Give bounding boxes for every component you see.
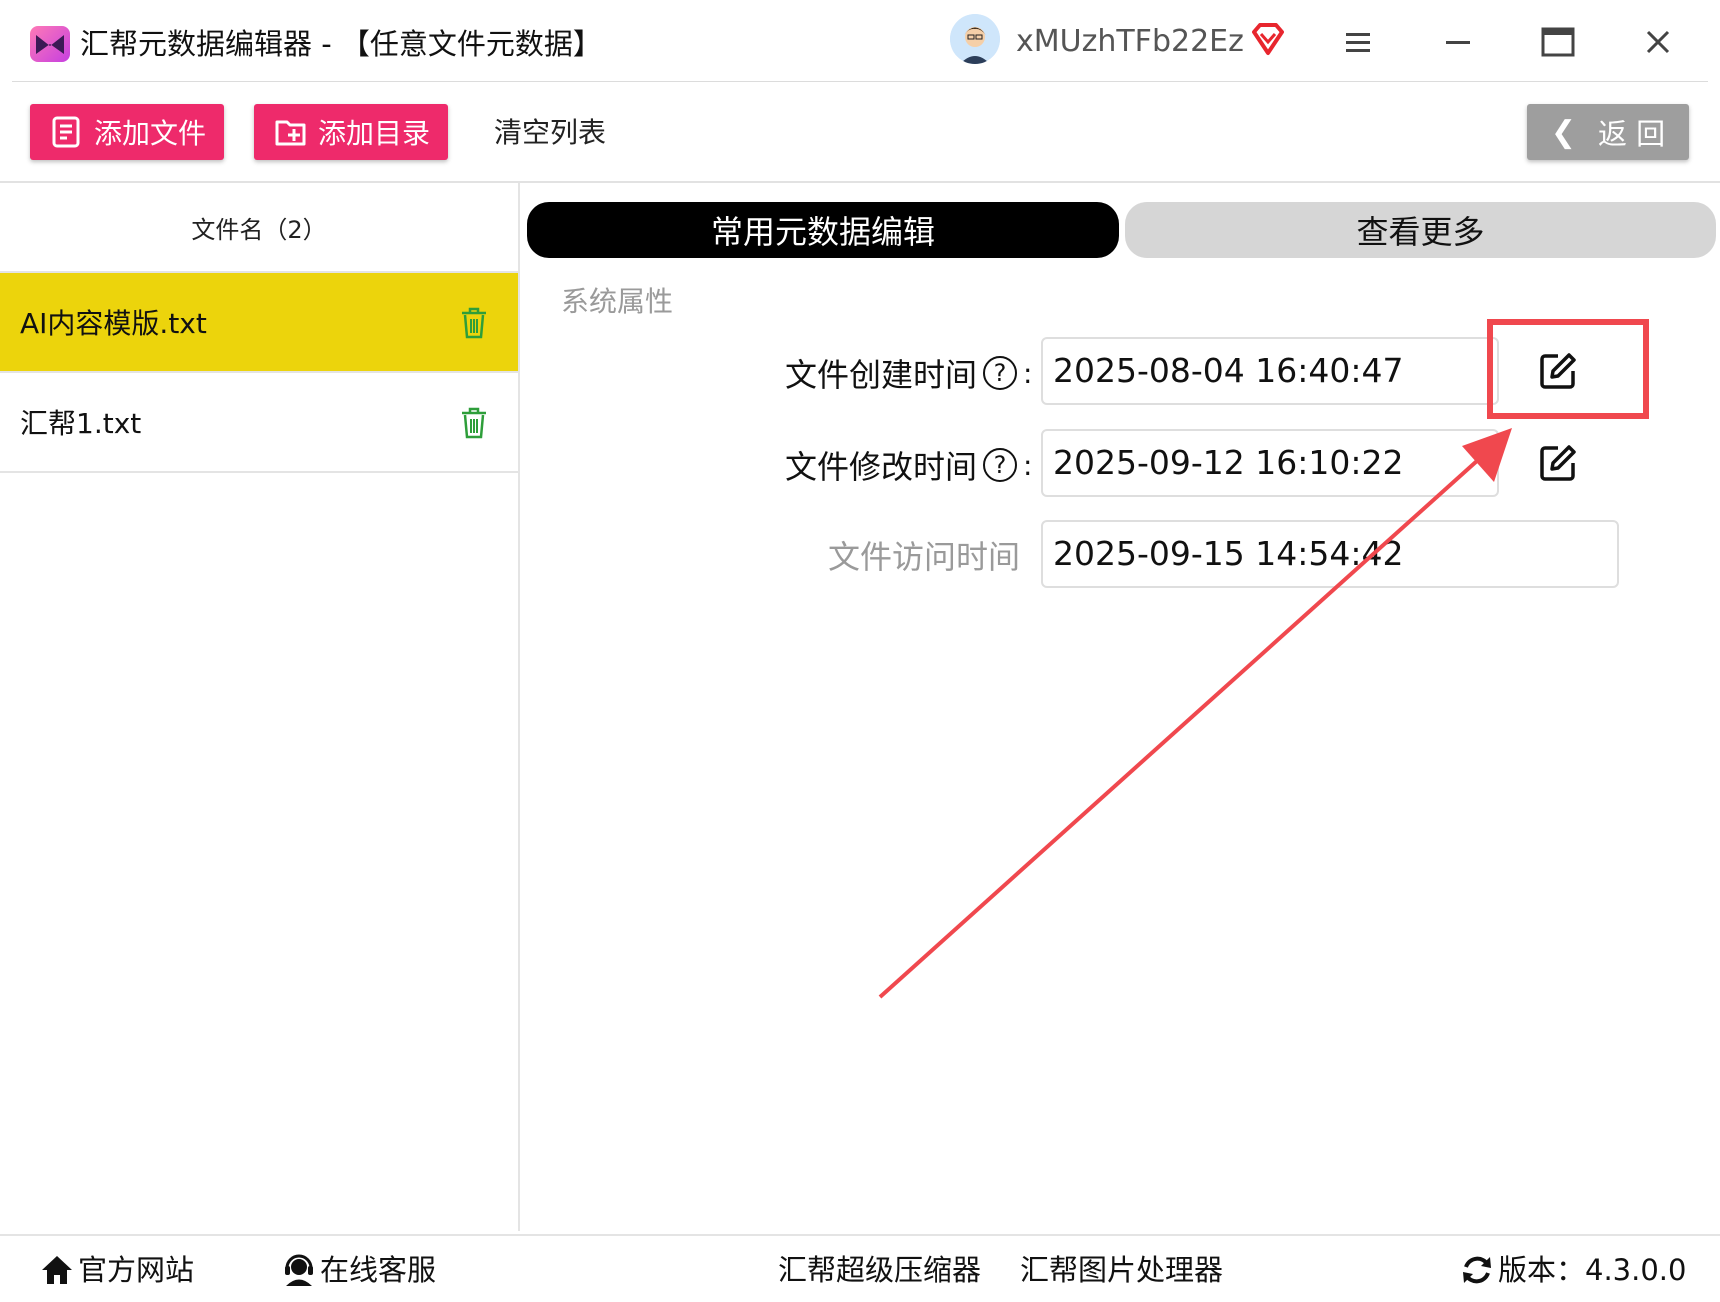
annotation-highlight-box bbox=[1487, 319, 1649, 419]
modified-time-field[interactable]: 2025-09-12 16:10:22 bbox=[1041, 429, 1499, 497]
refresh-icon bbox=[1463, 1256, 1491, 1284]
modified-time-label: 文件修改时间 bbox=[785, 448, 978, 486]
add-directory-label: 添加目录 bbox=[318, 117, 431, 150]
vip-diamond-icon[interactable] bbox=[1250, 22, 1286, 56]
tab-common-metadata[interactable]: 常用元数据编辑 bbox=[527, 202, 1119, 258]
username[interactable]: xMUzhTFb22Ez bbox=[1016, 22, 1244, 62]
label-colon: : bbox=[1023, 448, 1033, 482]
created-time-field[interactable]: 2025-08-04 16:40:47 bbox=[1041, 337, 1499, 405]
version-info[interactable]: 版本：4.3.0.0 bbox=[1460, 1250, 1686, 1290]
add-file-label: 添加文件 bbox=[94, 117, 207, 150]
file-list-item[interactable]: AI内容模版.txt bbox=[0, 273, 518, 373]
menu-icon[interactable] bbox=[1336, 20, 1380, 64]
image-processor-link[interactable]: 汇帮图片处理器 bbox=[1020, 1250, 1223, 1290]
chevron-left-icon: ❮ bbox=[1550, 114, 1576, 150]
file-list-item[interactable]: 汇帮1.txt bbox=[0, 373, 518, 473]
add-folder-icon bbox=[275, 120, 306, 146]
version-label: 版本：4.3.0.0 bbox=[1498, 1253, 1687, 1287]
modified-time-label-group: 文件修改时间 ? : bbox=[785, 442, 1032, 488]
help-icon[interactable]: ? bbox=[983, 448, 1018, 482]
label-colon: : bbox=[1023, 356, 1033, 390]
online-support-link[interactable]: 在线客服 bbox=[282, 1250, 436, 1290]
file-list-panel: 文件名（2） AI内容模版.txt 汇帮1.txt bbox=[0, 183, 520, 1231]
help-icon[interactable]: ? bbox=[983, 356, 1018, 390]
accessed-time-label: 文件访问时间 bbox=[828, 538, 1021, 576]
back-button[interactable]: ❮ 返 回 bbox=[1527, 104, 1689, 160]
add-file-icon bbox=[52, 116, 80, 148]
trash-icon[interactable] bbox=[460, 307, 488, 339]
accessed-time-field[interactable]: 2025-09-15 14:54:42 bbox=[1041, 520, 1619, 588]
maximize-icon[interactable] bbox=[1536, 20, 1580, 64]
file-name: 汇帮1.txt bbox=[20, 407, 142, 440]
edit-icon[interactable] bbox=[1539, 444, 1577, 482]
title-divider bbox=[12, 81, 1708, 82]
app-logo-icon bbox=[30, 26, 70, 62]
section-title: 系统属性 bbox=[561, 285, 674, 318]
home-icon bbox=[42, 1256, 72, 1284]
official-website-label: 官方网站 bbox=[78, 1253, 195, 1287]
created-time-label: 文件创建时间 bbox=[785, 356, 978, 394]
online-support-label: 在线客服 bbox=[320, 1253, 437, 1287]
title-bar: 汇帮元数据编辑器 - 【任意文件元数据】 xMUzhTFb22Ez bbox=[0, 0, 1720, 82]
close-icon[interactable] bbox=[1636, 20, 1680, 64]
avatar-icon[interactable] bbox=[950, 14, 1000, 64]
back-label: 返 回 bbox=[1597, 117, 1666, 151]
compressor-link[interactable]: 汇帮超级压缩器 bbox=[778, 1250, 981, 1290]
tab-view-more[interactable]: 查看更多 bbox=[1125, 202, 1716, 258]
created-time-label-group: 文件创建时间 ? : bbox=[785, 350, 1032, 396]
minimize-icon[interactable] bbox=[1436, 20, 1480, 64]
headset-icon bbox=[285, 1254, 313, 1286]
status-bar: 官方网站 在线客服 汇帮超级压缩器 汇帮图片处理器 版本：4.3.0.0 bbox=[0, 1234, 1720, 1302]
file-list-header: 文件名（2） bbox=[0, 183, 518, 273]
accessed-time-label-group: 文件访问时间 bbox=[828, 532, 1020, 578]
official-website-link[interactable]: 官方网站 bbox=[40, 1250, 194, 1290]
trash-icon[interactable] bbox=[460, 407, 488, 439]
add-file-button[interactable]: 添加文件 bbox=[30, 104, 224, 160]
clear-list-button[interactable]: 清空列表 bbox=[494, 112, 606, 154]
add-directory-button[interactable]: 添加目录 bbox=[254, 104, 448, 160]
window-title: 汇帮元数据编辑器 - 【任意文件元数据】 bbox=[80, 27, 602, 61]
file-name: AI内容模版.txt bbox=[20, 307, 207, 340]
